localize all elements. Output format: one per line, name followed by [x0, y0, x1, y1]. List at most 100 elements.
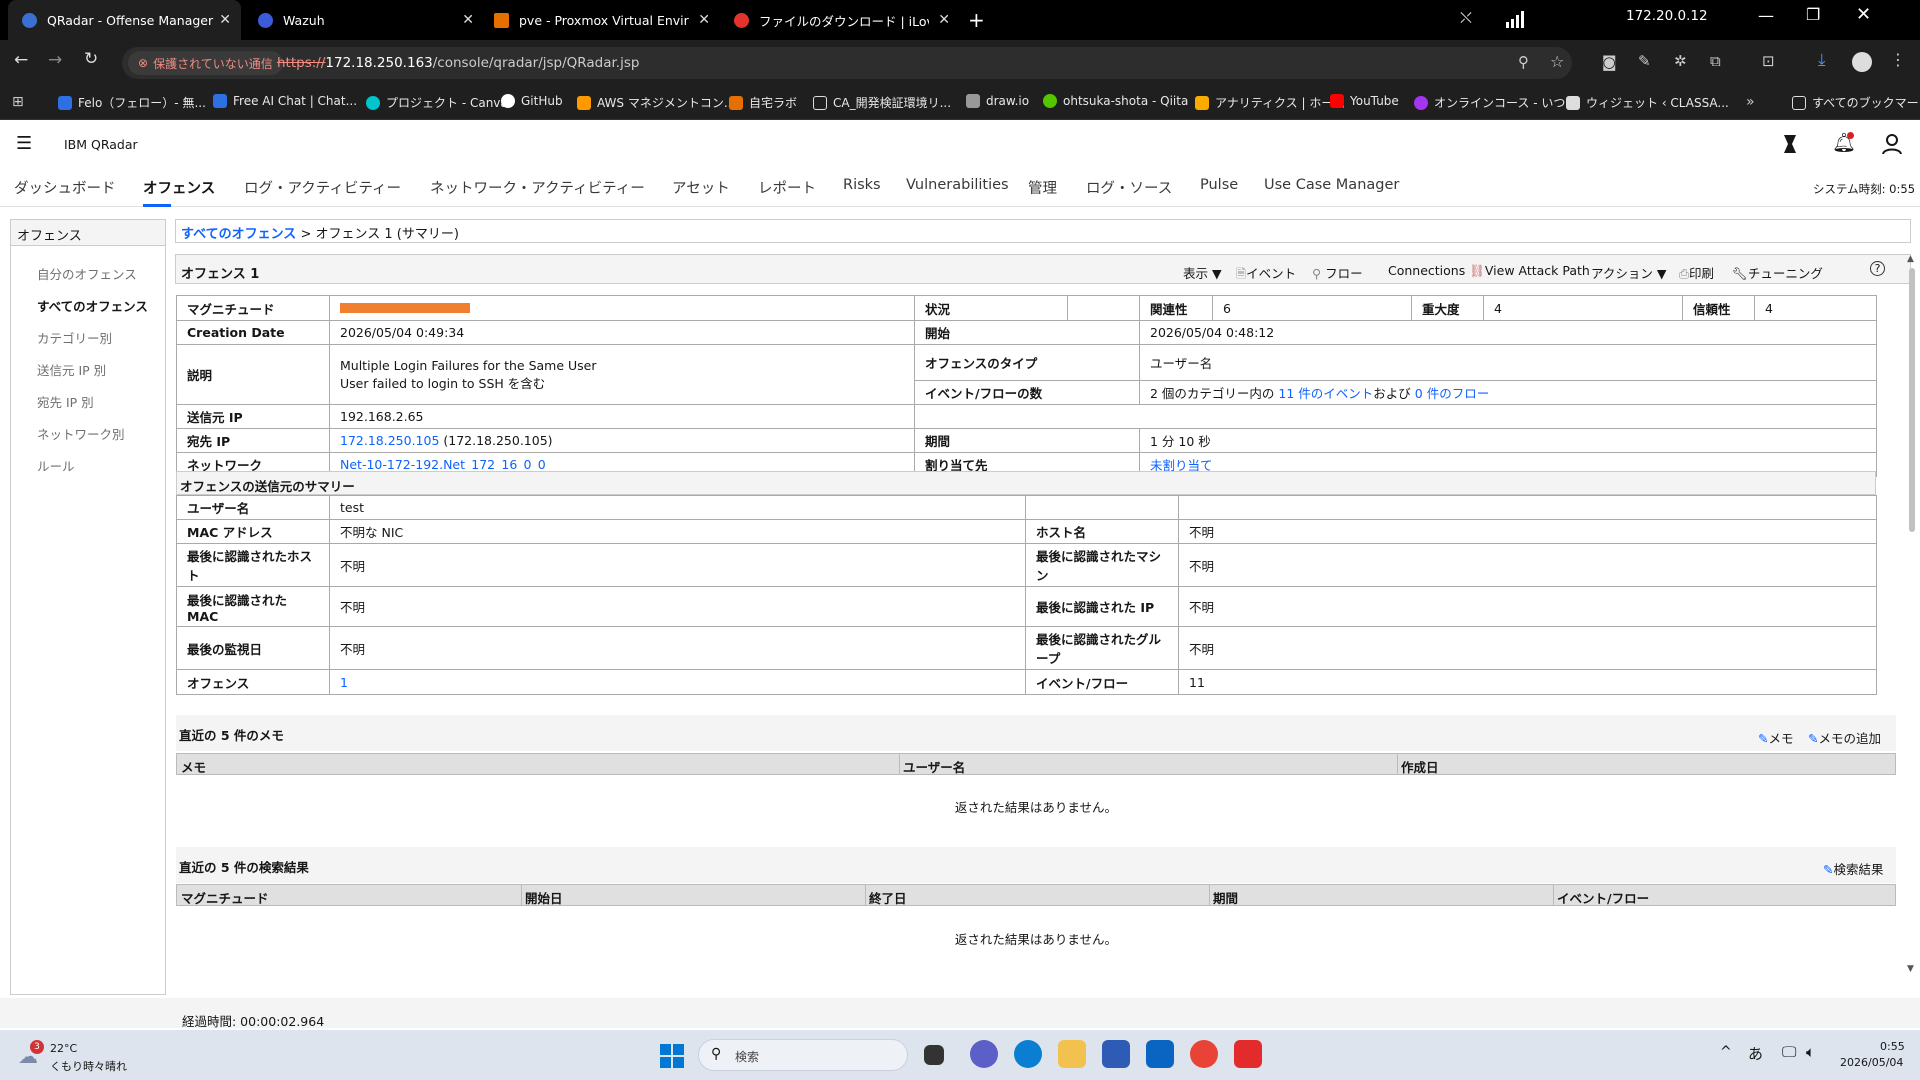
flows-button[interactable]: ⚲ フロー — [1312, 263, 1363, 282]
qradar-logo-icon[interactable] — [1782, 133, 1798, 155]
sidebar-item-rules[interactable]: ルール — [37, 456, 75, 475]
browser-tab-wazuh[interactable]: Wazuh ✕ — [244, 0, 484, 40]
tab-offenses[interactable]: オフェンス — [143, 177, 215, 198]
ime-indicator[interactable]: あ — [1748, 1043, 1763, 1064]
sidebar-item-by-source-ip[interactable]: 送信元 IP 別 — [37, 360, 106, 379]
hamburger-menu-icon[interactable]: ☰ — [16, 133, 32, 154]
tray-chevron-icon[interactable]: ^ — [1720, 1044, 1732, 1060]
security-indicator[interactable]: ⊗ 保護されていない通信 — [128, 51, 283, 75]
sidebar-item-all-offenses[interactable]: すべてのオフェンス — [37, 296, 148, 315]
bookmark-star-icon[interactable]: ☆ — [1550, 52, 1564, 71]
breadcrumb-all-offenses-link[interactable]: すべてのオフェンス — [181, 227, 296, 242]
outlook-icon[interactable] — [1146, 1040, 1174, 1068]
network-icon[interactable]: 🖵︎ — [1782, 1043, 1796, 1061]
profile-avatar[interactable] — [1852, 52, 1872, 72]
column-end-date[interactable]: 終了日 — [869, 888, 907, 907]
bookmark-item[interactable]: Free AI Chat | Chat... — [213, 94, 357, 108]
vertical-scrollbar[interactable]: ▲ ▼ — [1906, 254, 1918, 978]
bookmark-item[interactable]: ウィジェット ‹ CLASSA... — [1566, 94, 1729, 111]
bookmark-item[interactable]: プロジェクト - Canva — [366, 94, 508, 111]
actions-menu-button[interactable]: アクション ▼ — [1591, 263, 1666, 282]
settings-icon[interactable]: ✲ — [1674, 52, 1687, 70]
minimize-icon[interactable]: — — [1758, 6, 1774, 25]
tab-risks[interactable]: Risks — [843, 177, 881, 193]
forward-icon[interactable]: → — [48, 50, 62, 70]
tab-pulse[interactable]: Pulse — [1200, 177, 1238, 193]
events-button[interactable]: 🗎︎イベント — [1236, 263, 1296, 286]
close-tab-icon[interactable]: ✕ — [938, 12, 950, 28]
scroll-down-icon[interactable]: ▼ — [1907, 964, 1914, 974]
reload-icon[interactable]: ↻ — [84, 49, 98, 69]
column-start-date[interactable]: 開始日 — [525, 888, 563, 907]
bookmark-item[interactable]: AWS マネジメントコン... — [577, 94, 735, 111]
connections-button[interactable]: Connections — [1388, 263, 1465, 278]
tab-log-activity[interactable]: ログ・アクティビティー — [244, 177, 401, 198]
bookmark-item[interactable]: YouTube — [1330, 94, 1399, 108]
zoom-icon[interactable]: ⚲ — [1518, 53, 1529, 71]
column-magnitude[interactable]: マグニチュード — [181, 888, 269, 907]
browser-tab-proxmox[interactable]: pve - Proxmox Virtual Environm ✕ — [480, 0, 720, 40]
sidebar-item-by-destination-ip[interactable]: 宛先 IP 別 — [37, 392, 94, 411]
close-tab-icon[interactable]: ✕ — [698, 12, 710, 28]
print-button[interactable]: ⎙印刷 — [1679, 263, 1714, 282]
bookmark-item[interactable]: 自宅ラボ — [729, 94, 797, 111]
new-tab-button[interactable]: + — [968, 8, 985, 32]
file-explorer-icon[interactable] — [1058, 1040, 1086, 1068]
browser-tab-qradar[interactable]: QRadar - Offense Manager ✕ — [8, 0, 241, 40]
scrollbar-thumb[interactable] — [1909, 268, 1915, 532]
view-attack-path-button[interactable]: ⛓︎View Attack Path — [1469, 263, 1590, 279]
pen-icon[interactable]: ✎ — [1638, 52, 1651, 70]
column-username[interactable]: ユーザー名 — [903, 757, 965, 776]
help-icon[interactable]: ? — [1870, 261, 1885, 276]
apps-icon[interactable]: ⊞ — [12, 94, 24, 110]
taskbar-search[interactable]: ⚲ 検索 — [698, 1039, 908, 1071]
user-profile-icon[interactable] — [1882, 133, 1902, 155]
bookmark-item[interactable]: ohtsuka-shota - Qiita — [1043, 94, 1188, 108]
edge-icon[interactable] — [1014, 1040, 1042, 1068]
close-tab-icon[interactable]: ✕ — [462, 12, 474, 28]
acrobat-icon[interactable] — [1234, 1040, 1262, 1068]
add-memo-button[interactable]: ✎メモの追加 — [1808, 728, 1881, 747]
bookmark-item[interactable]: アナリティクス | ホーム — [1195, 94, 1345, 111]
events-link[interactable]: 11 件のイベント — [1278, 386, 1373, 401]
tab-reports[interactable]: レポート — [758, 177, 816, 198]
back-icon[interactable]: ← — [14, 50, 28, 70]
tab-use-case-manager[interactable]: Use Case Manager — [1264, 177, 1399, 193]
tab-network-activity[interactable]: ネットワーク・アクティビティー — [430, 177, 645, 198]
destination-ip-link[interactable]: 172.18.250.105 — [340, 433, 439, 448]
sidebar-item-by-network[interactable]: ネットワーク別 — [37, 424, 125, 443]
display-menu-button[interactable]: 表示 ▼ — [1183, 263, 1222, 282]
memo-button[interactable]: ✎メモ — [1758, 728, 1794, 747]
all-bookmarks-folder[interactable]: すべてのブックマーク — [1792, 94, 1920, 111]
close-window-icon[interactable]: ✕ — [1856, 4, 1871, 25]
network-link[interactable]: Net-10-172-192.Net_172_16_0_0 — [340, 457, 546, 472]
task-view-icon[interactable] — [924, 1045, 944, 1065]
scroll-up-icon[interactable]: ▲ — [1907, 254, 1914, 264]
column-created[interactable]: 作成日 — [1401, 757, 1439, 776]
tab-search-icon[interactable]: ⊡ — [1762, 52, 1775, 70]
unpin-icon[interactable]: ⛌ — [1460, 8, 1472, 28]
restore-icon[interactable]: ❐ — [1806, 5, 1820, 24]
browser-tab-ilovepdf[interactable]: ファイルのダウンロード | iLovePDF ✕ — [720, 0, 960, 40]
tab-log-sources[interactable]: ログ・ソース — [1086, 177, 1172, 198]
tab-assets[interactable]: アセット — [672, 177, 730, 198]
offenses-link[interactable]: 1 — [340, 675, 348, 690]
bookmark-item[interactable]: Felo（フェロー）- 無... — [58, 94, 206, 111]
sidebar-item-my-offenses[interactable]: 自分のオフェンス — [37, 264, 137, 283]
volume-icon[interactable]: 🔈︎ — [1806, 1043, 1815, 1061]
flows-link[interactable]: 0 件のフロー — [1415, 386, 1489, 401]
close-tab-icon[interactable]: ✕ — [219, 12, 231, 28]
tab-dashboard[interactable]: ダッシュボード — [14, 177, 116, 198]
store-icon[interactable] — [1102, 1040, 1130, 1068]
more-bookmarks-button[interactable]: » — [1746, 94, 1755, 110]
windows-start-icon[interactable] — [660, 1044, 684, 1068]
search-results-button[interactable]: ✎検索結果 — [1823, 859, 1884, 878]
chrome-icon[interactable] — [1190, 1040, 1218, 1068]
bookmark-item[interactable]: GitHub — [501, 94, 563, 108]
column-duration[interactable]: 期間 — [1213, 888, 1238, 907]
url-field[interactable]: ⊗ 保護されていない通信 https://172.18.250.163/cons… — [122, 47, 1572, 79]
column-memo[interactable]: メモ — [181, 757, 206, 776]
bookmark-item[interactable]: CA_開発検証環境リ... — [813, 94, 951, 111]
menu-icon[interactable]: ⋮ — [1890, 50, 1906, 69]
camera-icon[interactable]: ◙ — [1602, 53, 1617, 71]
